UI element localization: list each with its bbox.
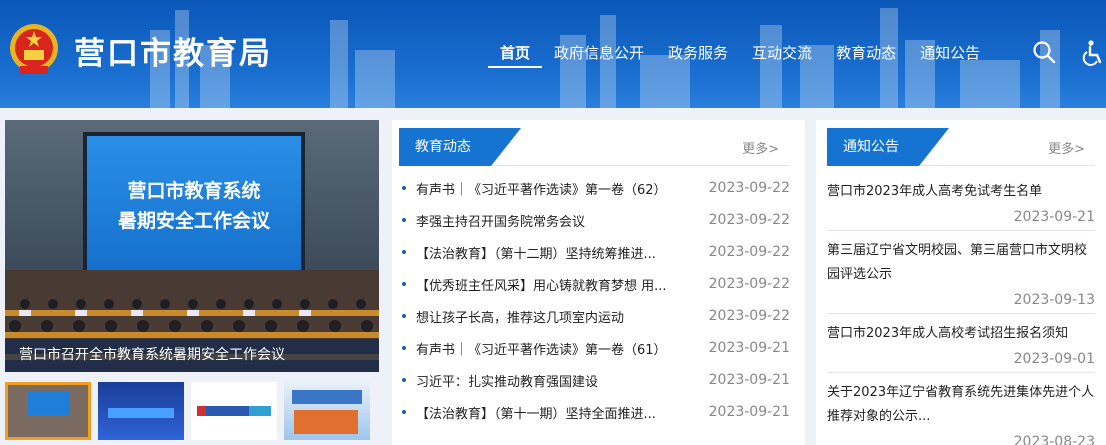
notice-item[interactable]: 营口市2023年成人高校考试招生报名须知 2023-09-01 <box>827 314 1095 373</box>
news-date: 2023-09-22 <box>708 180 790 196</box>
news-item[interactable]: 有声书｜《习近平著作选读》第一卷（62） 2023-09-22 <box>400 172 790 204</box>
news-title[interactable]: 想让孩子长高，推荐这几项室内运动 <box>416 307 702 326</box>
featured-news-image[interactable]: 营口市教育系统 暑期安全工作会议 营口市召开全市教育系统暑期安全工作会议 <box>5 120 379 372</box>
notice-item[interactable]: 关于2023年辽宁省教育系统先进集体先进个人推荐对象的公示... 2023-08-… <box>827 373 1095 445</box>
education-news-panel: 教育动态 更多> 有声书｜《习近平著作选读》第一卷（62） 2023-09-22 李… <box>392 120 805 445</box>
bullet-icon <box>402 186 406 190</box>
news-date: 2023-09-21 <box>708 340 790 356</box>
thumbnail-4[interactable] <box>284 382 370 440</box>
bullet-icon <box>402 282 406 286</box>
thumbnail-1[interactable] <box>5 382 91 440</box>
main-nav: 首页 政府信息公开 政务服务 互动交流 教育动态 通知公告 <box>488 40 992 68</box>
education-news-header: 教育动态 更多> <box>399 128 789 166</box>
notice-panel: 通知公告 更多> 营口市2023年成人高考免试考生名单 2023-09-21 第三届… <box>816 120 1106 445</box>
news-title[interactable]: 习近平：扎实推动教育强国建设 <box>416 371 702 390</box>
news-item[interactable]: 有声书｜《习近平著作选读》第一卷（61） 2023-09-21 <box>400 332 790 364</box>
search-icon[interactable] <box>1032 40 1056 64</box>
notice-title[interactable]: 营口市2023年成人高考免试考生名单 <box>827 180 1095 204</box>
screen-text-line1: 营口市教育系统 <box>127 180 261 202</box>
news-date: 2023-09-22 <box>708 276 790 292</box>
bullet-icon <box>402 410 406 414</box>
news-item[interactable]: 习近平：扎实推动教育强国建设 2023-09-21 <box>400 364 790 396</box>
site-title: 营口市教育局 <box>74 36 272 72</box>
bullet-icon <box>402 250 406 254</box>
accessibility-icon[interactable] <box>1082 40 1106 66</box>
notice-title[interactable]: 营口市2023年成人高校考试招生报名须知 <box>827 322 1095 346</box>
national-emblem-logo <box>10 24 58 74</box>
news-item[interactable]: 【优秀班主任风采】用心铸就教育梦想 用... 2023-09-22 <box>400 268 790 300</box>
news-date: 2023-09-22 <box>708 244 790 260</box>
news-item[interactable]: 想让孩子长高，推荐这几项室内运动 2023-09-22 <box>400 300 790 332</box>
notice-more-link[interactable]: 更多> <box>1048 138 1085 157</box>
thumbnail-3[interactable] <box>191 382 277 440</box>
education-news-tab[interactable]: 教育动态 <box>399 128 491 166</box>
bullet-icon <box>402 346 406 350</box>
news-item[interactable]: 李强主持召开国务院常务会议 2023-09-22 <box>400 204 790 236</box>
education-news-list: 有声书｜《习近平著作选读》第一卷（62） 2023-09-22 李强主持召开国务院常… <box>400 172 790 428</box>
news-date: 2023-09-21 <box>708 404 790 420</box>
notice-title[interactable]: 关于2023年辽宁省教育系统先进集体先进个人推荐对象的公示... <box>827 381 1095 429</box>
feature-thumbnails <box>5 382 379 440</box>
news-date: 2023-09-21 <box>708 372 790 388</box>
news-title[interactable]: 【优秀班主任风采】用心铸就教育梦想 用... <box>416 275 702 294</box>
notice-item[interactable]: 第三届辽宁省文明校园、第三届营口市文明校园评选公示 2023-09-13 <box>827 231 1095 314</box>
news-item[interactable]: 【法治教育】（第十二期）坚持统筹推进... 2023-09-22 <box>400 236 790 268</box>
notice-list: 营口市2023年成人高考免试考生名单 2023-09-21 第三届辽宁省文明校园、第… <box>827 172 1095 445</box>
notice-date: 2023-08-23 <box>1013 434 1095 445</box>
news-title[interactable]: 【法治教育】（第十一期）坚持全面推进... <box>416 403 702 422</box>
featured-news-caption[interactable]: 营口市召开全市教育系统暑期安全工作会议 <box>5 339 379 372</box>
nav-gov-info[interactable]: 政府信息公开 <box>542 40 656 68</box>
news-title[interactable]: 【法治教育】（第十二期）坚持统筹推进... <box>416 243 702 262</box>
notice-header: 通知公告 更多> <box>827 128 1095 166</box>
news-date: 2023-09-22 <box>708 212 790 228</box>
news-date: 2023-09-22 <box>708 308 790 324</box>
news-item[interactable]: 【法治教育】（第十一期）坚持全面推进... 2023-09-21 <box>400 396 790 428</box>
bullet-icon <box>402 378 406 382</box>
notice-title[interactable]: 第三届辽宁省文明校园、第三届营口市文明校园评选公示 <box>827 239 1095 287</box>
notice-date: 2023-09-01 <box>1013 351 1095 367</box>
nav-interaction[interactable]: 互动交流 <box>740 40 824 68</box>
nav-education-news[interactable]: 教育动态 <box>824 40 908 68</box>
notice-tab[interactable]: 通知公告 <box>827 128 919 166</box>
bullet-icon <box>402 218 406 222</box>
news-more-link[interactable]: 更多> <box>742 138 779 157</box>
notice-date: 2023-09-13 <box>1013 292 1095 308</box>
screen-text-line2: 暑期安全工作会议 <box>117 210 270 232</box>
thumbnail-2[interactable] <box>98 382 184 440</box>
notice-date: 2023-09-21 <box>1013 209 1095 225</box>
news-title[interactable]: 李强主持召开国务院常务会议 <box>416 211 702 230</box>
meeting-screen: 营口市教育系统 暑期安全工作会议 <box>83 132 305 274</box>
news-title[interactable]: 有声书｜《习近平著作选读》第一卷（62） <box>416 179 702 198</box>
bullet-icon <box>402 314 406 318</box>
notice-item[interactable]: 营口市2023年成人高考免试考生名单 2023-09-21 <box>827 172 1095 231</box>
news-title[interactable]: 有声书｜《习近平著作选读》第一卷（61） <box>416 339 702 358</box>
nav-home[interactable]: 首页 <box>488 40 543 68</box>
site-header: 营口市教育局 首页 政府信息公开 政务服务 互动交流 教育动态 通知公告 <box>0 0 1106 108</box>
nav-notices[interactable]: 通知公告 <box>908 40 992 68</box>
nav-services[interactable]: 政务服务 <box>656 40 740 68</box>
